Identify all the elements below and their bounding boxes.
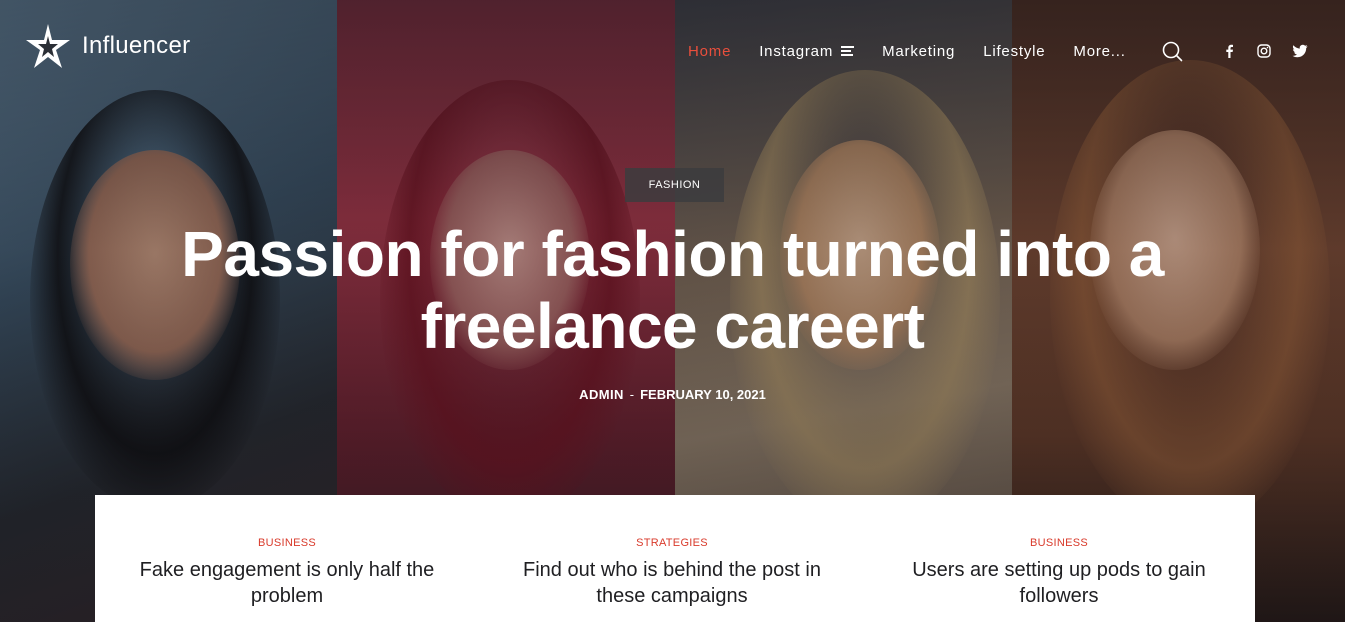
nav-item-home[interactable]: Home bbox=[688, 43, 731, 60]
nav-item-more[interactable]: More... bbox=[1073, 43, 1125, 60]
post-card[interactable]: BUSINESS Fake engagement is only half th… bbox=[127, 495, 447, 609]
site-logo[interactable]: Influencer bbox=[24, 22, 190, 70]
nav-label: Home bbox=[688, 42, 732, 60]
main-nav: Home Instagram Marketing Lifestyle More.… bbox=[688, 40, 1154, 62]
facebook-icon[interactable] bbox=[1220, 42, 1238, 60]
nav-label: Instagram bbox=[759, 42, 834, 60]
nav-item-lifestyle[interactable]: Lifestyle bbox=[983, 43, 1045, 60]
post-category[interactable]: STRATEGIES bbox=[512, 537, 832, 549]
featured-posts: BUSINESS Fake engagement is only half th… bbox=[95, 495, 1255, 622]
post-title[interactable]: Fake engagement is only half the problem bbox=[127, 557, 447, 609]
nav-label: Marketing bbox=[882, 42, 956, 60]
instagram-icon[interactable] bbox=[1255, 42, 1273, 60]
search-icon[interactable] bbox=[1161, 40, 1183, 67]
post-card[interactable]: STRATEGIES Find out who is behind the po… bbox=[512, 495, 832, 609]
post-category[interactable]: BUSINESS bbox=[127, 537, 447, 549]
meta-separator: - bbox=[629, 387, 635, 402]
post-category[interactable]: BUSINESS bbox=[899, 537, 1219, 549]
nav-item-marketing[interactable]: Marketing bbox=[882, 43, 955, 60]
nav-label: Lifestyle bbox=[983, 42, 1046, 60]
post-title[interactable]: Find out who is behind the post in these… bbox=[512, 557, 832, 609]
category-badge[interactable]: FASHION bbox=[625, 168, 724, 202]
menu-lines-icon bbox=[841, 44, 855, 58]
post-date: FEBRUARY 10, 2021 bbox=[640, 387, 766, 402]
logo-text: Influencer bbox=[82, 32, 191, 59]
post-title[interactable]: Users are setting up pods to gain follow… bbox=[899, 557, 1219, 609]
twitter-icon[interactable] bbox=[1291, 42, 1309, 60]
nav-label: More... bbox=[1073, 42, 1126, 60]
post-card[interactable]: BUSINESS Users are setting up pods to ga… bbox=[899, 495, 1219, 609]
post-meta: ADMIN - FEBRUARY 10, 2021 bbox=[0, 387, 1345, 402]
post-author[interactable]: ADMIN bbox=[579, 387, 624, 402]
star-logo-icon bbox=[26, 24, 70, 68]
nav-item-instagram[interactable]: Instagram bbox=[759, 42, 855, 60]
hero-title[interactable]: Passion for fashion turned into a freela… bbox=[100, 218, 1245, 362]
